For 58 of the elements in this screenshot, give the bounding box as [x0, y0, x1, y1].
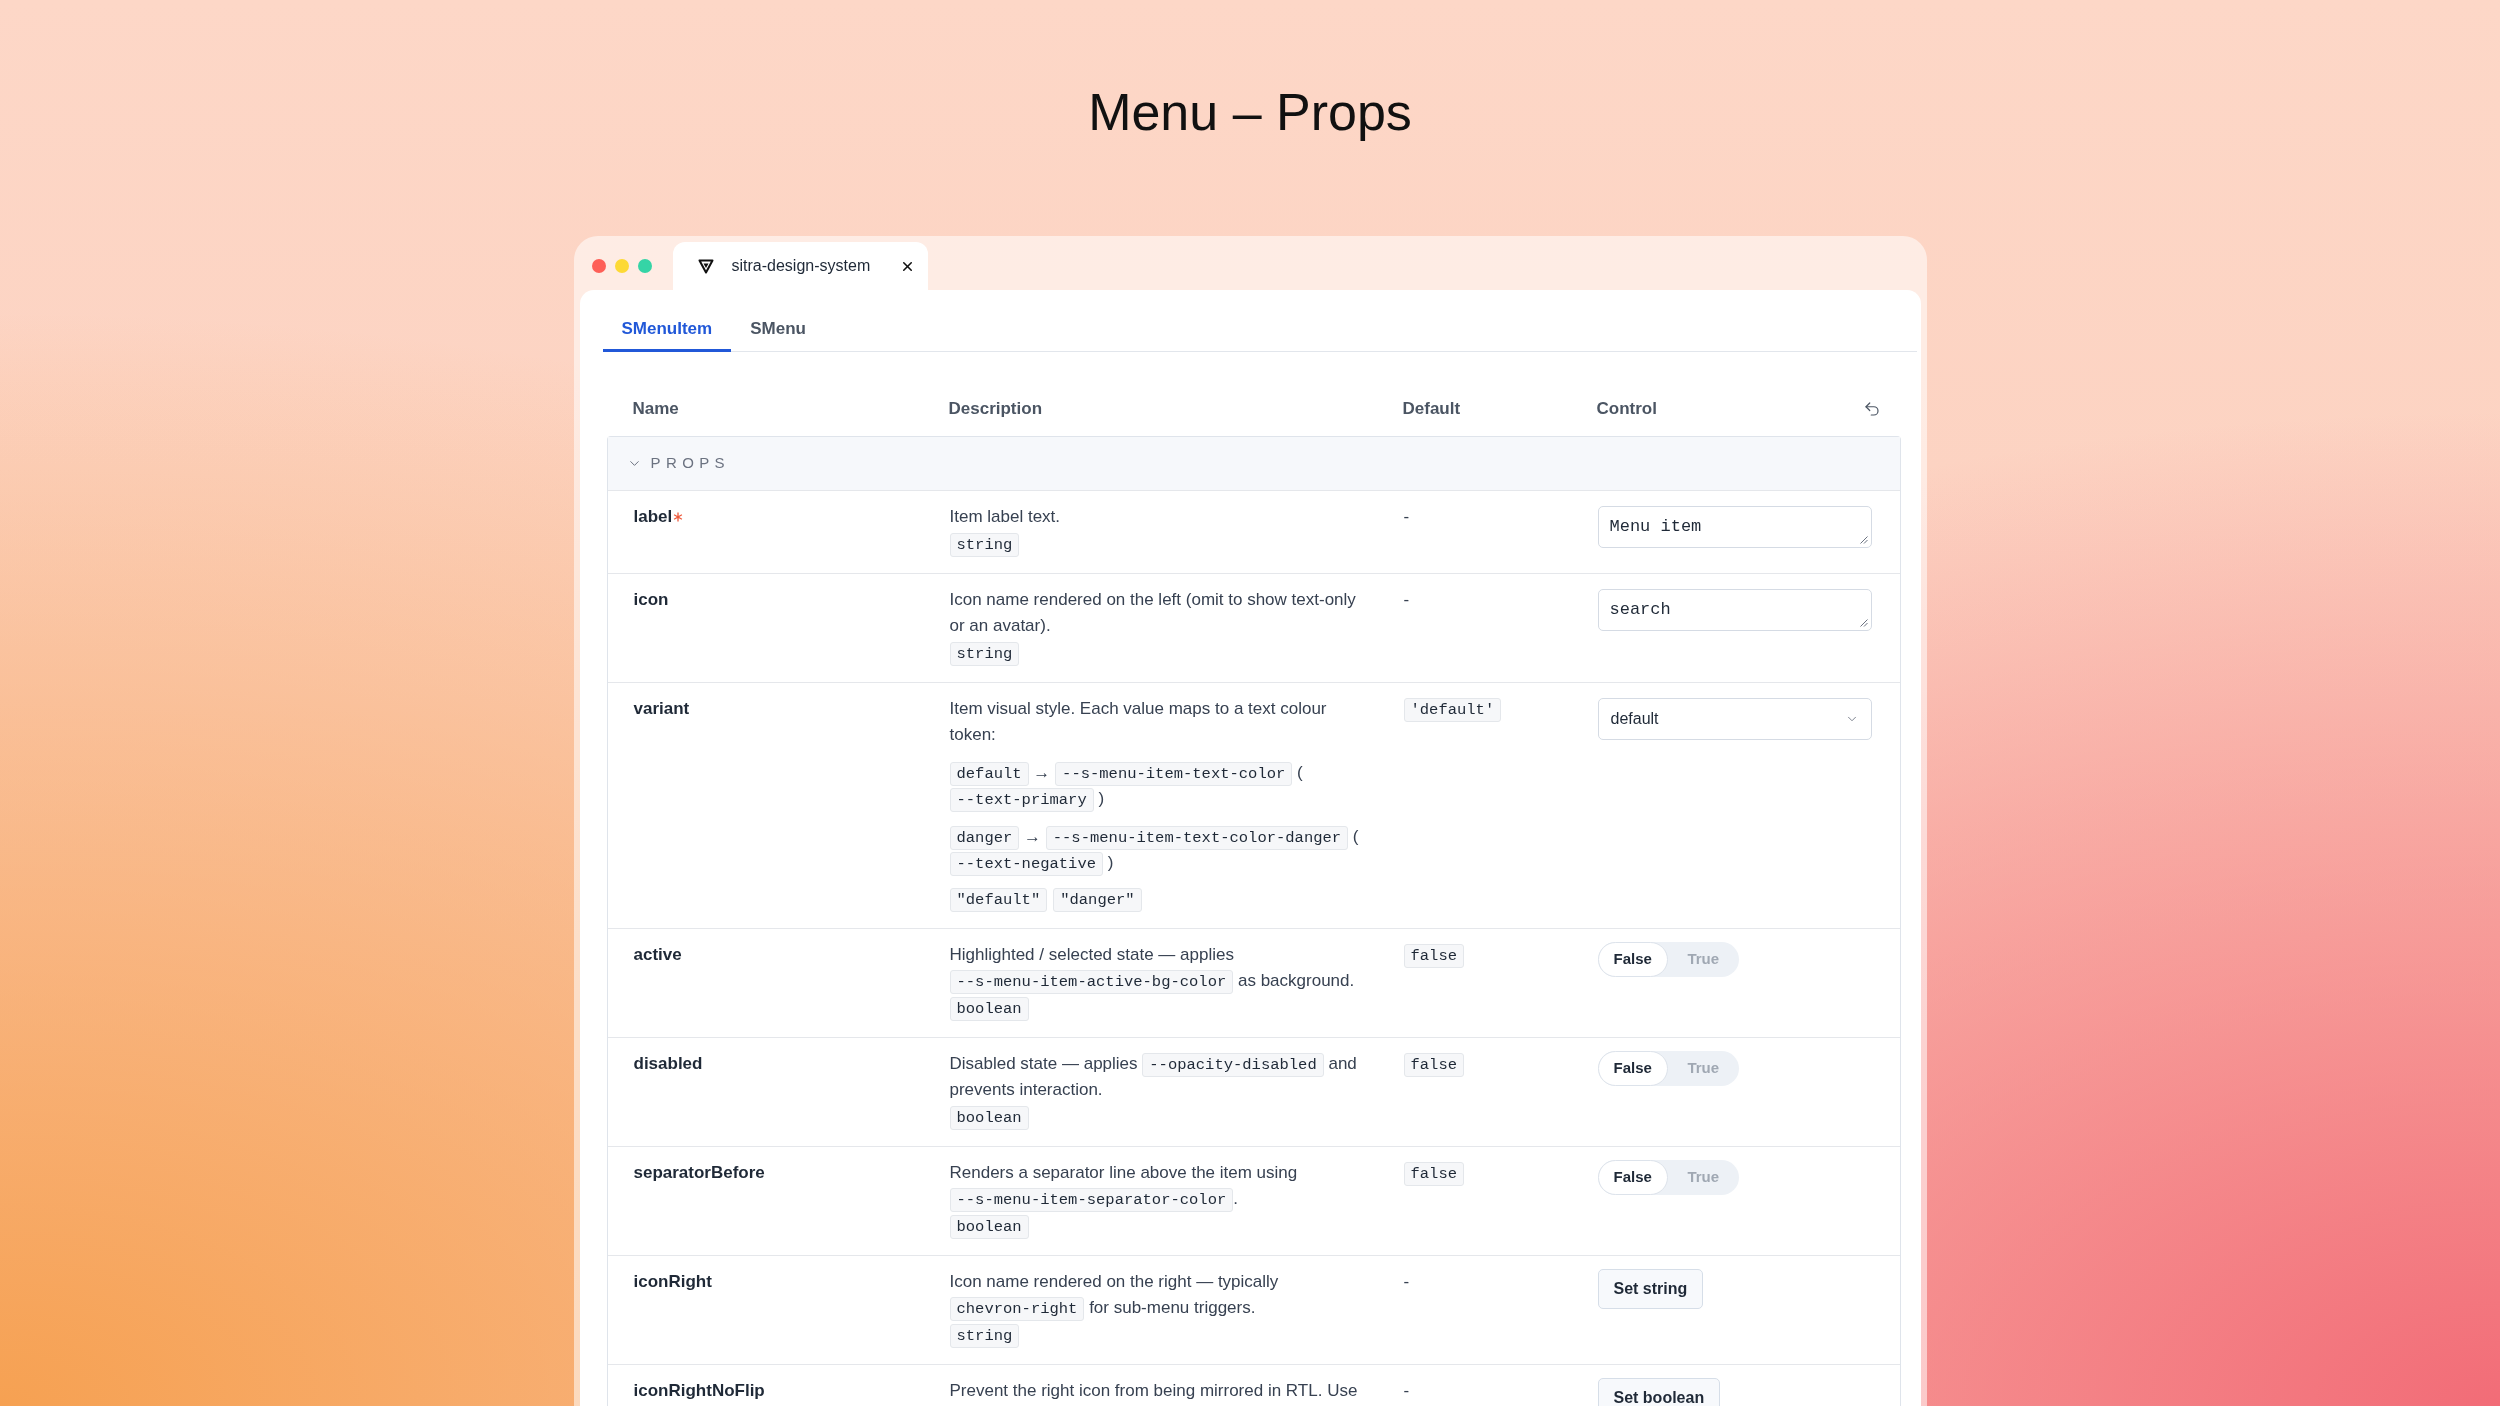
section-header[interactable]: PROPS: [607, 437, 1900, 490]
default-value-code: false: [1403, 944, 1464, 968]
description-text: Disabled state — applies --opacity-disabled and prevents interaction.: [949, 1052, 1358, 1101]
browser-tab[interactable]: sitra-design-system: [672, 242, 928, 290]
type-code: boolean: [949, 1215, 1029, 1239]
token-mapping: danger → --s-menu-item-text-color-danger ( --text-negative ): [949, 824, 1368, 876]
type-code: "default": [949, 888, 1048, 912]
set-value-button[interactable]: Set boolean: [1597, 1378, 1721, 1406]
prop-name: separatorBefore: [633, 1162, 765, 1184]
description-text: Icon name rendered on the left (omit to show text-only or an avatar).: [949, 589, 1357, 637]
component-tab[interactable]: SMenu: [731, 308, 825, 352]
default-value-code: 'default': [1403, 698, 1502, 722]
column-header: Name: [632, 398, 680, 420]
prop-name: active: [633, 944, 682, 966]
type-code: "danger": [1053, 888, 1142, 912]
type-code: string: [949, 533, 1020, 557]
description-text: Renders a separator line above the item using --s-menu-item-separator-color .: [949, 1160, 1368, 1212]
type-code: string: [949, 642, 1020, 666]
tab-title: sitra-design-system: [731, 256, 871, 276]
column-header: Control: [1596, 398, 1657, 420]
prop-name: label: [633, 506, 673, 528]
undo-arrow-icon[interactable]: [1862, 400, 1881, 418]
resize-grip-icon[interactable]: [1859, 619, 1868, 627]
text-field[interactable]: search: [1597, 589, 1872, 631]
description-text: Item visual style. Each value maps to a text colour token:: [949, 698, 1328, 746]
triangle-logo-icon: [697, 258, 714, 274]
description-text: Highlighted / selected state — applies --s-menu-item-active-bg-color as background.: [949, 942, 1368, 994]
default-value-code: false: [1403, 1162, 1464, 1186]
type-code: string: [949, 1324, 1020, 1348]
description-text: Prevent the right icon from being mirrored in RTL. Use: [949, 1380, 1358, 1402]
prop-name: variant: [633, 698, 690, 720]
window-close-icon[interactable]: [591, 259, 606, 273]
prop-name: disabled: [633, 1053, 703, 1075]
toggle-option[interactable]: False: [1597, 1051, 1668, 1086]
default-value-code: false: [1403, 1053, 1464, 1077]
toggle-option[interactable]: False: [1597, 1160, 1668, 1195]
section-title: PROPS: [650, 453, 730, 474]
column-header: Description: [948, 398, 1044, 420]
component-tab[interactable]: SMenuItem: [602, 308, 732, 352]
token-mapping: default → --s-menu-item-text-color ( --text-primary ): [949, 760, 1368, 812]
prop-name: icon: [633, 589, 669, 611]
default-value: -: [1403, 507, 1410, 526]
prop-name: iconRightNoFlip: [633, 1380, 765, 1402]
description-text: Item label text.: [949, 506, 1061, 528]
type-code: boolean: [949, 997, 1029, 1021]
prop-name: iconRight: [633, 1271, 712, 1293]
text-field[interactable]: Menu item: [1597, 506, 1872, 548]
resize-grip-icon[interactable]: [1859, 536, 1868, 544]
column-header: Default: [1402, 398, 1462, 420]
default-value: -: [1403, 590, 1410, 609]
type-code: boolean: [949, 1106, 1029, 1130]
page-title: Menu – Props: [1088, 82, 1412, 143]
default-value: -: [1403, 1381, 1410, 1400]
select-dropdown[interactable]: default: [1597, 698, 1872, 740]
set-value-button[interactable]: Set string: [1597, 1269, 1704, 1309]
description-text: Icon name rendered on the right — typically chevron-right for sub-menu triggers.: [949, 1269, 1368, 1321]
default-value: -: [1403, 1272, 1410, 1291]
toggle-option[interactable]: False: [1597, 942, 1668, 977]
